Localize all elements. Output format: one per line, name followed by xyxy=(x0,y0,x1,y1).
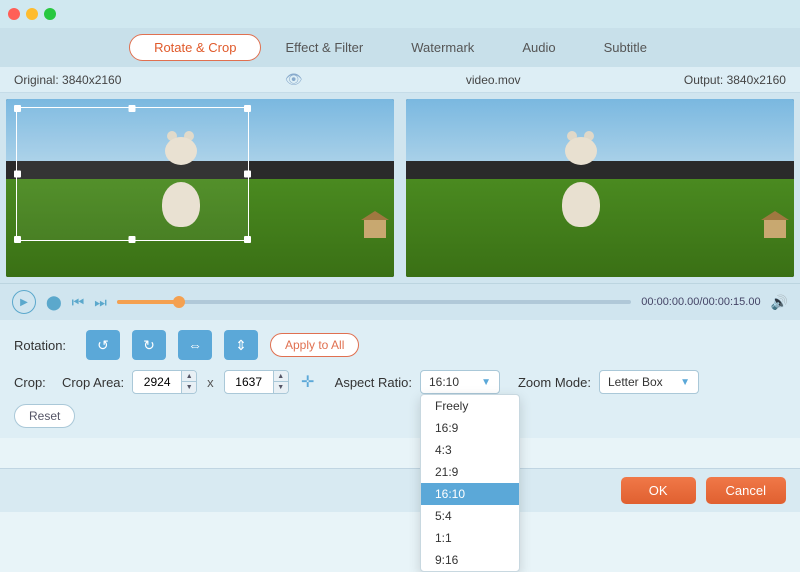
aspect-option-16-10[interactable]: 16:10 xyxy=(421,483,519,505)
crop-handle-top-left[interactable] xyxy=(14,105,21,112)
input-preview xyxy=(6,99,394,277)
close-button[interactable] xyxy=(8,8,20,20)
aspect-option-4-3[interactable]: 4:3 xyxy=(421,439,519,461)
flip-h-btn[interactable]: ⇔ xyxy=(178,330,212,360)
aspect-ratio-label: Aspect Ratio: xyxy=(335,375,412,390)
tab-audio[interactable]: Audio xyxy=(498,35,579,60)
prev-frame-button[interactable]: ⏮ xyxy=(72,294,85,311)
zoom-mode-value: Letter Box xyxy=(608,375,663,389)
filename: video.mov xyxy=(466,73,521,87)
aspect-ratio-menu: Freely 16:9 4:3 21:9 16:10 5:4 1:1 9:16 xyxy=(420,394,520,572)
controls-area: Rotation: ↺ ↻ ⇔ ⇕ Apply to All Crop: Cro… xyxy=(0,320,800,438)
crop-area-label: Crop Area: xyxy=(62,375,124,390)
bear-head-r xyxy=(565,137,597,165)
house-shape xyxy=(364,220,386,238)
sky-bg-right xyxy=(406,99,794,161)
output-resolution: Output: 3840x2160 xyxy=(684,73,786,87)
crop-handle-bottom-left[interactable] xyxy=(14,236,21,243)
zoom-mode-label: Zoom Mode: xyxy=(518,375,591,390)
crop-selection[interactable] xyxy=(16,107,249,241)
rotation-label: Rotation: xyxy=(14,338,74,353)
tab-effect-filter[interactable]: Effect & Filter xyxy=(261,35,387,60)
progress-thumb[interactable] xyxy=(173,296,185,308)
house-roof-right xyxy=(761,211,789,220)
title-bar xyxy=(0,0,800,28)
height-down-arrow[interactable]: ▼ xyxy=(274,382,288,393)
crop-height-input[interactable]: 1637 ▲ ▼ xyxy=(224,370,289,394)
rotation-row: Rotation: ↺ ↻ ⇔ ⇕ Apply to All xyxy=(14,330,786,360)
output-preview xyxy=(406,99,794,277)
cancel-button[interactable]: Cancel xyxy=(706,477,786,504)
flip-v-btn[interactable]: ⇕ xyxy=(224,330,258,360)
ok-button[interactable]: OK xyxy=(621,477,696,504)
tab-rotate-crop[interactable]: Rotate & Crop xyxy=(129,34,261,61)
tab-subtitle[interactable]: Subtitle xyxy=(580,35,671,60)
zoom-dropdown-arrow-icon: ▼ xyxy=(680,377,690,388)
height-spin-arrows: ▲ ▼ xyxy=(273,371,288,393)
volume-icon[interactable]: 🔊 xyxy=(771,294,788,311)
crop-row: Crop: Crop Area: 2924 ▲ ▼ x 1637 ▲ ▼ ✛ A… xyxy=(14,370,786,394)
crop-height-value[interactable]: 1637 xyxy=(225,372,273,392)
crop-handle-top-right[interactable] xyxy=(244,105,251,112)
crop-handle-mid-right[interactable] xyxy=(244,170,251,177)
apply-to-all-button[interactable]: Apply to All xyxy=(270,333,359,357)
next-frame-button[interactable]: ⏭ xyxy=(94,294,107,311)
original-resolution: Original: 3840x2160 xyxy=(14,73,121,87)
bear-figure-right xyxy=(551,157,611,227)
zoom-mode-dropdown[interactable]: Letter Box ▼ xyxy=(599,370,699,394)
playback-bar: ▶ ⬤ ⏮ ⏭ 00:00:00.00/00:00:15.00 🔊 xyxy=(0,283,800,320)
progress-fill xyxy=(117,300,179,304)
rotate-left-btn[interactable]: ↺ xyxy=(86,330,120,360)
tab-watermark[interactable]: Watermark xyxy=(387,35,498,60)
height-up-arrow[interactable]: ▲ xyxy=(274,371,288,382)
crop-handle-mid-left[interactable] xyxy=(14,170,21,177)
house-shape-right xyxy=(764,220,786,238)
aspect-option-21-9[interactable]: 21:9 xyxy=(421,461,519,483)
time-display: 00:00:00.00/00:00:15.00 xyxy=(641,296,760,308)
stop-button[interactable]: ⬤ xyxy=(46,294,62,311)
width-spin-arrows: ▲ ▼ xyxy=(181,371,196,393)
aspect-ratio-value: 16:10 xyxy=(429,375,459,389)
width-down-arrow[interactable]: ▼ xyxy=(182,382,196,393)
crop-label: Crop: xyxy=(14,375,54,390)
maximize-button[interactable] xyxy=(44,8,56,20)
aspect-option-1-1[interactable]: 1:1 xyxy=(421,527,519,549)
minimize-button[interactable] xyxy=(26,8,38,20)
aspect-option-freely[interactable]: Freely xyxy=(421,395,519,417)
reset-button[interactable]: Reset xyxy=(14,404,75,428)
info-bar: Original: 3840x2160 👁 video.mov Output: … xyxy=(0,67,800,93)
progress-bar[interactable] xyxy=(117,300,631,304)
aspect-ratio-dropdown[interactable]: 16:10 ▼ Freely 16:9 4:3 21:9 16:10 5:4 1… xyxy=(420,370,500,394)
crop-handle-top-mid[interactable] xyxy=(129,105,136,112)
play-button[interactable]: ▶ xyxy=(12,290,36,314)
bottom-bar: OK Cancel xyxy=(0,468,800,512)
reset-row: Reset xyxy=(14,404,786,428)
rotate-right-btn[interactable]: ↻ xyxy=(132,330,166,360)
dropdown-arrow-icon: ▼ xyxy=(481,377,491,388)
crop-width-value[interactable]: 2924 xyxy=(133,372,181,392)
center-icon: ✛ xyxy=(297,371,319,393)
eye-icon: 👁 xyxy=(285,71,303,88)
bear-body-r xyxy=(562,182,600,227)
aspect-option-9-16[interactable]: 9:16 xyxy=(421,549,519,571)
preview-area xyxy=(0,93,800,283)
crop-width-input[interactable]: 2924 ▲ ▼ xyxy=(132,370,197,394)
times-separator: x xyxy=(205,375,216,390)
aspect-option-5-4[interactable]: 5:4 xyxy=(421,505,519,527)
aspect-option-16-9[interactable]: 16:9 xyxy=(421,417,519,439)
aspect-ratio-button[interactable]: 16:10 ▼ xyxy=(420,370,500,394)
width-up-arrow[interactable]: ▲ xyxy=(182,371,196,382)
crop-handle-bottom-mid[interactable] xyxy=(129,236,136,243)
house-roof xyxy=(361,211,389,220)
crop-handle-bottom-right[interactable] xyxy=(244,236,251,243)
tab-bar: Rotate & Crop Effect & Filter Watermark … xyxy=(0,28,800,67)
